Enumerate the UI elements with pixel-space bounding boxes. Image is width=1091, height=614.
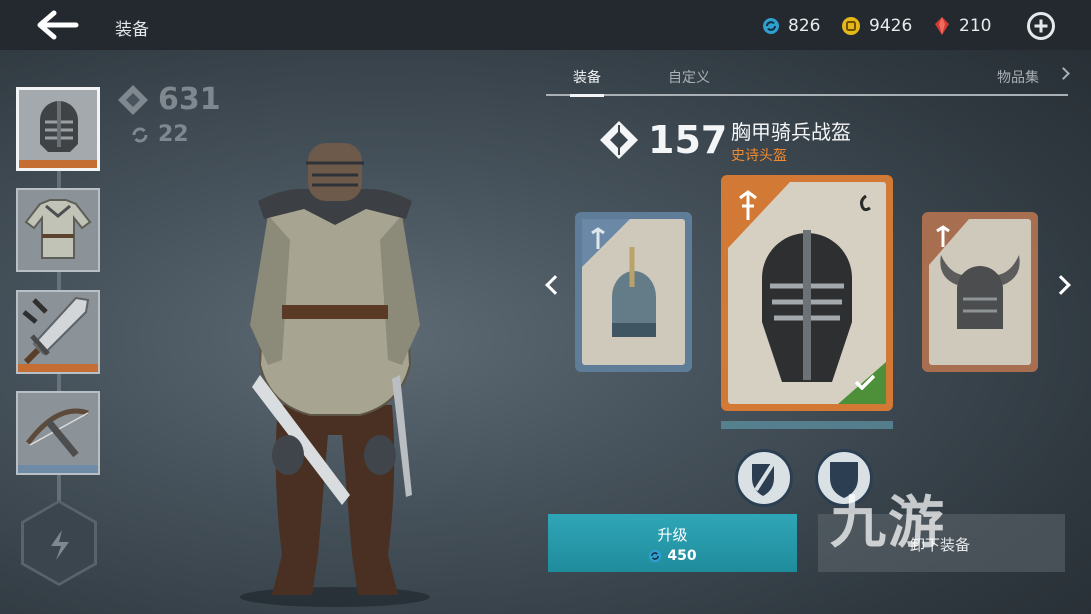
gem-currency: 210 — [933, 14, 991, 38]
watermark-logo: 九游 — [830, 491, 946, 556]
epic-helmet-icon — [728, 182, 886, 404]
upgrade-button[interactable]: 升级 450 — [548, 514, 797, 572]
character-model — [240, 143, 430, 607]
item-card-face — [929, 219, 1031, 365]
slot-rarity-bar — [19, 160, 97, 168]
shield-strike-icon — [752, 460, 776, 496]
crossbow-icon — [26, 408, 89, 458]
character-power-value: 631 — [158, 82, 221, 117]
horned-helmet-icon — [929, 219, 1020, 329]
upgrade-cost-value: 450 — [667, 548, 697, 564]
top-bar: 装备 826 9426 210 — [0, 0, 1091, 50]
gold-currency: 9426 — [841, 14, 912, 38]
item-power-value: 157 — [648, 118, 728, 162]
skill-slot[interactable] — [21, 500, 97, 586]
equipment-tabs: 装备 自定义 物品集 — [546, 64, 1068, 97]
tab-item-sets[interactable]: 物品集 — [997, 67, 1039, 87]
ability-shield-break[interactable] — [735, 449, 793, 507]
item-rarity-type: 史诗头盔 — [731, 148, 787, 164]
gold-coin-icon — [842, 17, 860, 35]
item-card-horned-helmet[interactable] — [922, 212, 1038, 372]
level-cycle-icon — [132, 126, 148, 143]
equipped-check-icon — [854, 374, 876, 390]
slot-weapon[interactable] — [16, 290, 100, 374]
carousel-next-arrow-icon[interactable] — [1051, 275, 1071, 295]
ruby-gem-icon — [935, 17, 949, 35]
spiked-helmet-icon — [582, 219, 656, 337]
item-power: 157 — [598, 118, 727, 162]
item-card-face — [728, 182, 886, 404]
slot-rarity-bar — [18, 364, 98, 372]
tab-equipment[interactable]: 装备 — [570, 67, 604, 97]
lightning-icon — [51, 530, 69, 560]
orb-currency-icon — [649, 549, 662, 563]
upgrade-label: 升级 — [657, 526, 688, 544]
carousel-prev-arrow-icon[interactable] — [545, 275, 565, 295]
upgrade-cost: 450 — [548, 548, 797, 564]
item-card-epic-helmet-selected[interactable] — [721, 175, 893, 411]
slot-rarity-bar — [18, 465, 98, 473]
item-name: 胸甲骑兵战盔 — [731, 120, 851, 144]
orb-currency: 826 — [762, 14, 820, 38]
character-level-value: 22 — [158, 122, 189, 147]
slot-helmet[interactable] — [16, 87, 100, 171]
page-title: 装备 — [115, 20, 149, 40]
slot-armor[interactable] — [16, 188, 100, 272]
tab-customize[interactable]: 自定义 — [668, 67, 710, 87]
armor-icon — [24, 199, 92, 259]
orb-currency-value: 826 — [788, 16, 821, 36]
gem-currency-value: 210 — [959, 16, 992, 36]
power-diamond-icon — [600, 121, 638, 159]
item-card-rare-helmet[interactable] — [575, 212, 692, 372]
back-arrow-icon[interactable] — [34, 9, 80, 41]
add-currency-button[interactable] — [1027, 12, 1055, 40]
helmet-icon — [40, 101, 78, 152]
slot-ranged[interactable] — [16, 391, 100, 475]
item-card-face — [582, 219, 685, 365]
sword-icon — [22, 296, 90, 365]
orb-currency-icon — [763, 18, 779, 34]
character-level: 22 — [130, 122, 189, 147]
power-diamond-icon — [118, 84, 148, 115]
character-power: 631 — [116, 82, 221, 117]
item-upgrade-progress — [721, 421, 893, 429]
gold-currency-value: 9426 — [869, 16, 913, 36]
